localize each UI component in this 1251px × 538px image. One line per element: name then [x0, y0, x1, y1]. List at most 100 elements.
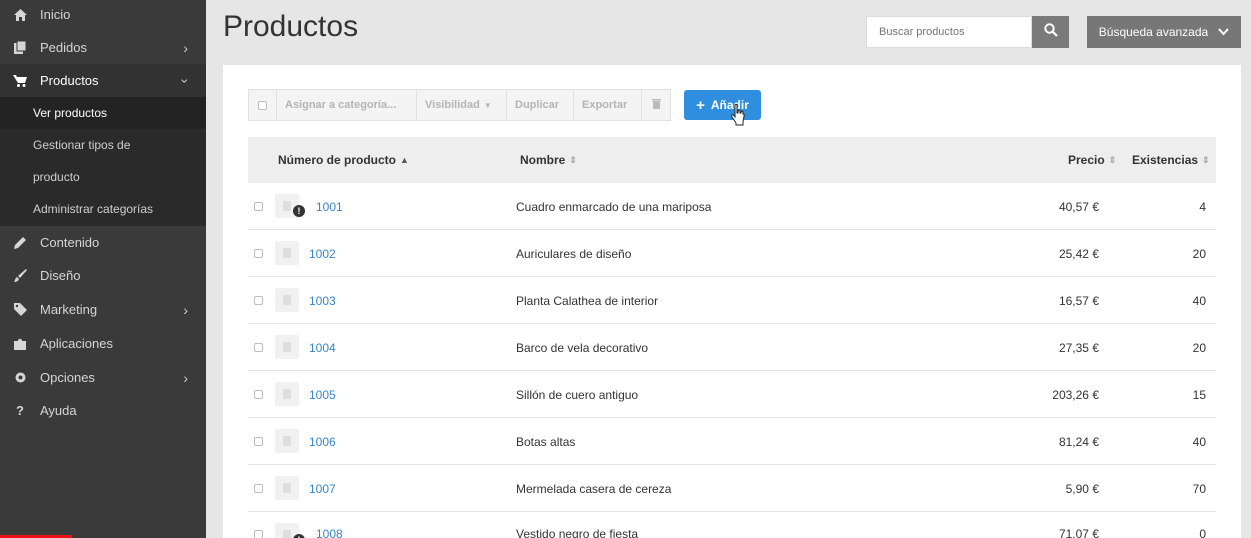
table-row[interactable]: 1003 Planta Calathea de interior 16,57 €… [248, 277, 1216, 324]
sidebar-item-diseno[interactable]: Diseño [0, 259, 206, 292]
sort-asc-icon: ▲ [400, 155, 409, 165]
add-product-button[interactable]: + Añadir [684, 90, 761, 120]
product-number-link[interactable]: 1001 [316, 183, 343, 230]
visibility-dropdown[interactable]: Visibilidad ▼ [417, 90, 507, 120]
product-stock: 0 [1199, 527, 1206, 538]
row-checkbox[interactable] [254, 371, 263, 418]
trash-icon [651, 98, 661, 112]
sidebar-item-opciones[interactable]: Opciones › [0, 361, 206, 394]
hand-cursor-icon [731, 103, 745, 131]
product-number-link[interactable]: 1006 [309, 418, 336, 465]
product-stock: 40 [1192, 293, 1206, 308]
assign-category-button[interactable]: Asignar a categoría... [277, 90, 417, 120]
product-name: Planta Calathea de interior [516, 293, 659, 308]
product-number-link[interactable]: 1003 [309, 277, 336, 324]
search-button[interactable] [1032, 16, 1069, 48]
checkbox-icon [258, 100, 267, 110]
search-input[interactable] [866, 16, 1032, 48]
product-name: Auriculares de diseño [516, 246, 632, 261]
table-row[interactable]: 1005 Sillón de cuero antiguo 203,26 € 15 [248, 371, 1216, 418]
warning-icon: ! [293, 534, 305, 538]
checkbox-icon [254, 296, 263, 305]
product-thumbnail [275, 382, 299, 406]
sidebar-item-inicio[interactable]: Inicio [0, 0, 206, 31]
product-number-link[interactable]: 1002 [309, 230, 336, 277]
product-stock: 40 [1192, 434, 1206, 449]
sidebar-item-label: Aplicaciones [40, 336, 113, 351]
sidebar-item-productos[interactable]: Productos › [0, 64, 206, 97]
product-thumbnail [275, 476, 299, 500]
row-checkbox[interactable] [254, 324, 263, 371]
submenu-label: Gestionar tipos de [33, 138, 131, 152]
column-price[interactable]: Precio ⇕ [1068, 137, 1116, 183]
table-row[interactable]: 1002 Auriculares de diseño 25,42 € 20 [248, 230, 1216, 277]
column-label: Existencias [1132, 153, 1199, 167]
export-button[interactable]: Exportar [574, 90, 642, 120]
sidebar-item-label: Diseño [40, 268, 81, 283]
table-row[interactable]: ! 1008 Vestido negro de fiesta 71,07 € 0 [248, 512, 1216, 538]
row-checkbox[interactable] [254, 418, 263, 465]
sidebar-item-pedidos[interactable]: Pedidos › [0, 31, 206, 64]
checkbox-icon [254, 343, 263, 352]
warning-icon: ! [293, 205, 305, 217]
gear-icon [12, 371, 28, 384]
brush-icon [12, 269, 28, 282]
caret-down-icon: ▼ [483, 100, 492, 110]
sidebar-item-marketing[interactable]: Marketing › [0, 293, 206, 326]
table-row[interactable]: ! 1001 Cuadro enmarcado de una mariposa … [248, 183, 1216, 230]
product-price: 203,26 € [1052, 387, 1099, 402]
submenu-ver-productos[interactable]: Ver productos [0, 97, 206, 129]
submenu-gestionar-tipos-cont[interactable]: producto [0, 161, 206, 193]
table-row[interactable]: 1004 Barco de vela decorativo 27,35 € 20 [248, 324, 1216, 371]
select-all-checkbox[interactable] [249, 90, 277, 120]
table-row[interactable]: 1006 Botas altas 81,24 € 40 [248, 418, 1216, 465]
chevron-down-icon [1218, 25, 1229, 39]
sort-icon: ⇕ [1108, 154, 1117, 165]
product-price: 16,57 € [1058, 293, 1099, 308]
sidebar-item-contenido[interactable]: Contenido [0, 226, 206, 259]
table-row[interactable]: 1007 Mermelada casera de cereza 5,90 € 7… [248, 465, 1216, 512]
cart-icon [12, 74, 28, 87]
delete-button[interactable] [642, 90, 670, 120]
checkbox-icon [254, 437, 263, 446]
checkbox-icon [254, 390, 263, 399]
product-number-link[interactable]: 1008 [316, 512, 343, 538]
product-number-link[interactable]: 1005 [309, 371, 336, 418]
product-price: 27,35 € [1058, 340, 1099, 355]
sidebar-item-label: Pedidos [40, 40, 87, 55]
row-checkbox[interactable] [254, 183, 263, 230]
bulk-toolbar: Asignar a categoría... Visibilidad ▼ Dup… [248, 89, 671, 121]
column-label: Precio [1068, 153, 1105, 167]
column-stock[interactable]: Existencias ⇕ [1132, 137, 1210, 183]
sidebar-item-ayuda[interactable]: ? Ayuda [0, 394, 206, 427]
sidebar-item-label: Opciones [40, 370, 95, 385]
row-checkbox[interactable] [254, 465, 263, 512]
column-label: Nombre [520, 153, 566, 167]
submenu-label: producto [33, 170, 80, 184]
duplicate-button[interactable]: Duplicar [507, 90, 574, 120]
checkbox-icon [254, 202, 263, 211]
advanced-search-button[interactable]: Búsqueda avanzada [1087, 16, 1241, 48]
submenu-administrar-categorias[interactable]: Administrar categorías [0, 193, 206, 225]
submenu-gestionar-tipos[interactable]: Gestionar tipos de [0, 129, 206, 161]
pencil-icon [12, 236, 28, 249]
column-name[interactable]: Nombre ⇕ [520, 137, 577, 183]
row-checkbox[interactable] [254, 512, 263, 538]
product-stock: 4 [1199, 199, 1206, 214]
product-name: Barco de vela decorativo [516, 340, 649, 355]
row-checkbox[interactable] [254, 230, 263, 277]
product-number-link[interactable]: 1007 [309, 465, 336, 512]
chevron-right-icon: › [183, 301, 188, 318]
product-number-link[interactable]: 1004 [309, 324, 336, 371]
plus-icon: + [696, 96, 705, 114]
sidebar-item-aplicaciones[interactable]: Aplicaciones [0, 327, 206, 360]
row-checkbox[interactable] [254, 277, 263, 324]
sidebar: Inicio Pedidos › Productos › Ver product… [0, 0, 206, 538]
product-price: 71,07 € [1058, 527, 1099, 538]
product-stock: 70 [1192, 481, 1206, 496]
column-number[interactable]: Número de producto ▲ [278, 137, 409, 183]
productos-submenu: Ver productos Gestionar tipos de product… [0, 97, 206, 226]
home-icon [12, 8, 28, 21]
product-stock: 20 [1192, 340, 1206, 355]
duplicate-label: Duplicar [515, 99, 560, 111]
